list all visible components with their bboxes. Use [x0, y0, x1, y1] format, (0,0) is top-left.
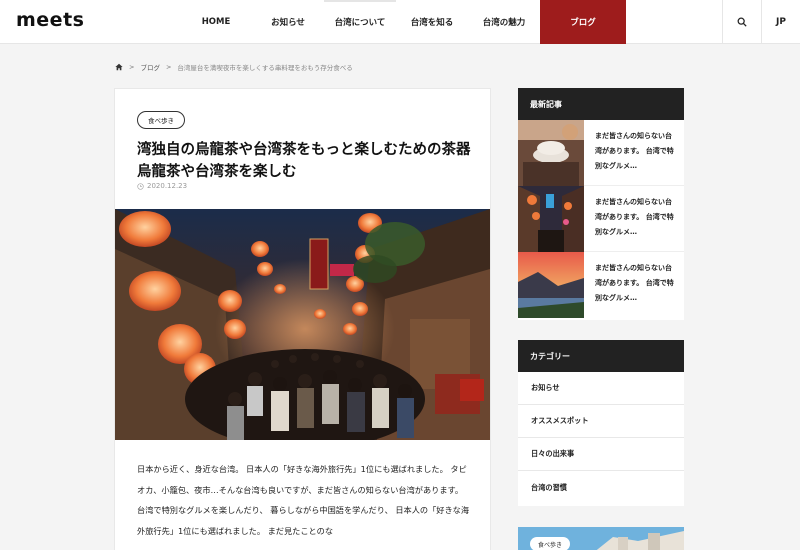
breadcrumb-current: 台湾屋台を満喫夜市を楽しくする串料理をおもう存分食べる: [177, 64, 353, 72]
category-taiwan-customs[interactable]: 台湾の習慣: [518, 471, 684, 504]
article-card: 食べ歩き 湾独自の烏龍茶や台湾茶をもっと楽しむための茶器烏龍茶や台湾茶を楽しむ …: [114, 88, 491, 550]
recent-posts-heading: 最新記事: [518, 88, 684, 120]
search-button[interactable]: [722, 0, 761, 44]
article-title: 湾独自の烏龍茶や台湾茶をもっと楽しむための茶器烏龍茶や台湾茶を楽しむ: [137, 142, 471, 180]
category-news[interactable]: お知らせ: [518, 372, 684, 405]
category-daily-events[interactable]: 日々の出来事: [518, 438, 684, 471]
recent-post[interactable]: まだ皆さんの知らない台湾があります。 台湾で特別なグルメ…: [518, 120, 684, 186]
category-recommended-spots[interactable]: オススメスポット: [518, 405, 684, 438]
breadcrumb-blog[interactable]: ブログ: [140, 62, 160, 72]
article-tag[interactable]: 食べ歩き: [137, 111, 185, 129]
recent-post-thumbnail[interactable]: [518, 186, 584, 252]
header-tools: JP: [722, 0, 800, 44]
nav-blog[interactable]: ブログ: [540, 0, 626, 44]
nav-charm-taiwan[interactable]: 台湾の魅力: [468, 0, 540, 44]
breadcrumb-separator: >: [165, 63, 172, 71]
article-date: 2020.12.23: [137, 182, 187, 190]
breadcrumb: > ブログ > 台湾屋台を満喫夜市を楽しくする串料理をおもう存分食べる: [115, 62, 353, 72]
site-header: meets HOME お知らせ 台湾について 台湾を知る 台湾の魅力 ブログ J…: [0, 0, 800, 44]
nav-about-taiwan[interactable]: 台湾について: [324, 0, 396, 44]
article-date-text: 2020.12.23: [147, 182, 188, 190]
article-hero-image: [115, 209, 490, 440]
article-body: 日本から近く、身近な台湾。 日本人の「好きな海外旅行先」1位にも選ばれました。 …: [137, 464, 470, 536]
breadcrumb-separator: >: [129, 63, 135, 71]
recent-post-title[interactable]: まだ皆さんの知らない台湾があります。 台湾で特別なグルメ…: [584, 120, 684, 178]
clock-icon: [137, 182, 144, 190]
recent-post[interactable]: まだ皆さんの知らない台湾があります。 台湾で特別なグルメ…: [518, 186, 684, 252]
promo-banner[interactable]: 食べ歩き: [518, 527, 684, 550]
recent-post-title[interactable]: まだ皆さんの知らない台湾があります。 台湾で特別なグルメ…: [584, 252, 684, 310]
nav-news[interactable]: お知らせ: [252, 0, 324, 44]
main-nav: HOME お知らせ 台湾について 台湾を知る 台湾の魅力 ブログ: [180, 0, 626, 44]
home-icon[interactable]: [115, 63, 123, 71]
recent-post-title[interactable]: まだ皆さんの知らない台湾があります。 台湾で特別なグルメ…: [584, 186, 684, 244]
site-logo[interactable]: meets: [16, 9, 84, 31]
recent-post-thumbnail[interactable]: [518, 252, 584, 318]
recent-post-thumbnail[interactable]: [518, 120, 584, 186]
categories-heading: カテゴリー: [518, 340, 684, 372]
recent-post[interactable]: まだ皆さんの知らない台湾があります。 台湾で特別なグルメ…: [518, 252, 684, 318]
promo-tag[interactable]: 食べ歩き: [530, 537, 571, 550]
search-icon: [737, 17, 747, 27]
nav-home[interactable]: HOME: [180, 0, 252, 44]
recent-posts-widget: 最新記事 まだ皆さんの知らない台湾があります。 台湾で特別なグルメ… まだ皆さん…: [518, 88, 684, 320]
language-button[interactable]: JP: [761, 0, 800, 44]
categories-widget: カテゴリー お知らせ オススメスポット 日々の出来事 台湾の習慣: [518, 340, 684, 506]
nav-know-taiwan[interactable]: 台湾を知る: [396, 0, 468, 44]
